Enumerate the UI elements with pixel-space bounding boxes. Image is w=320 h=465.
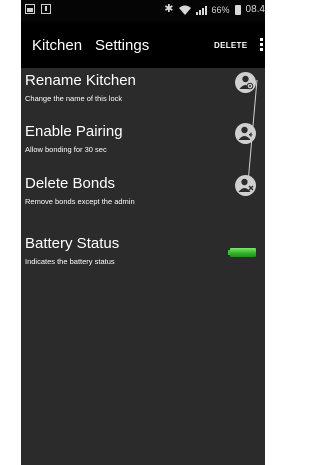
phone-screen: ✱ 66% 08.4 Kitchen Settings DELETE Renam… — [21, 0, 265, 465]
connector-line — [247, 79, 258, 184]
